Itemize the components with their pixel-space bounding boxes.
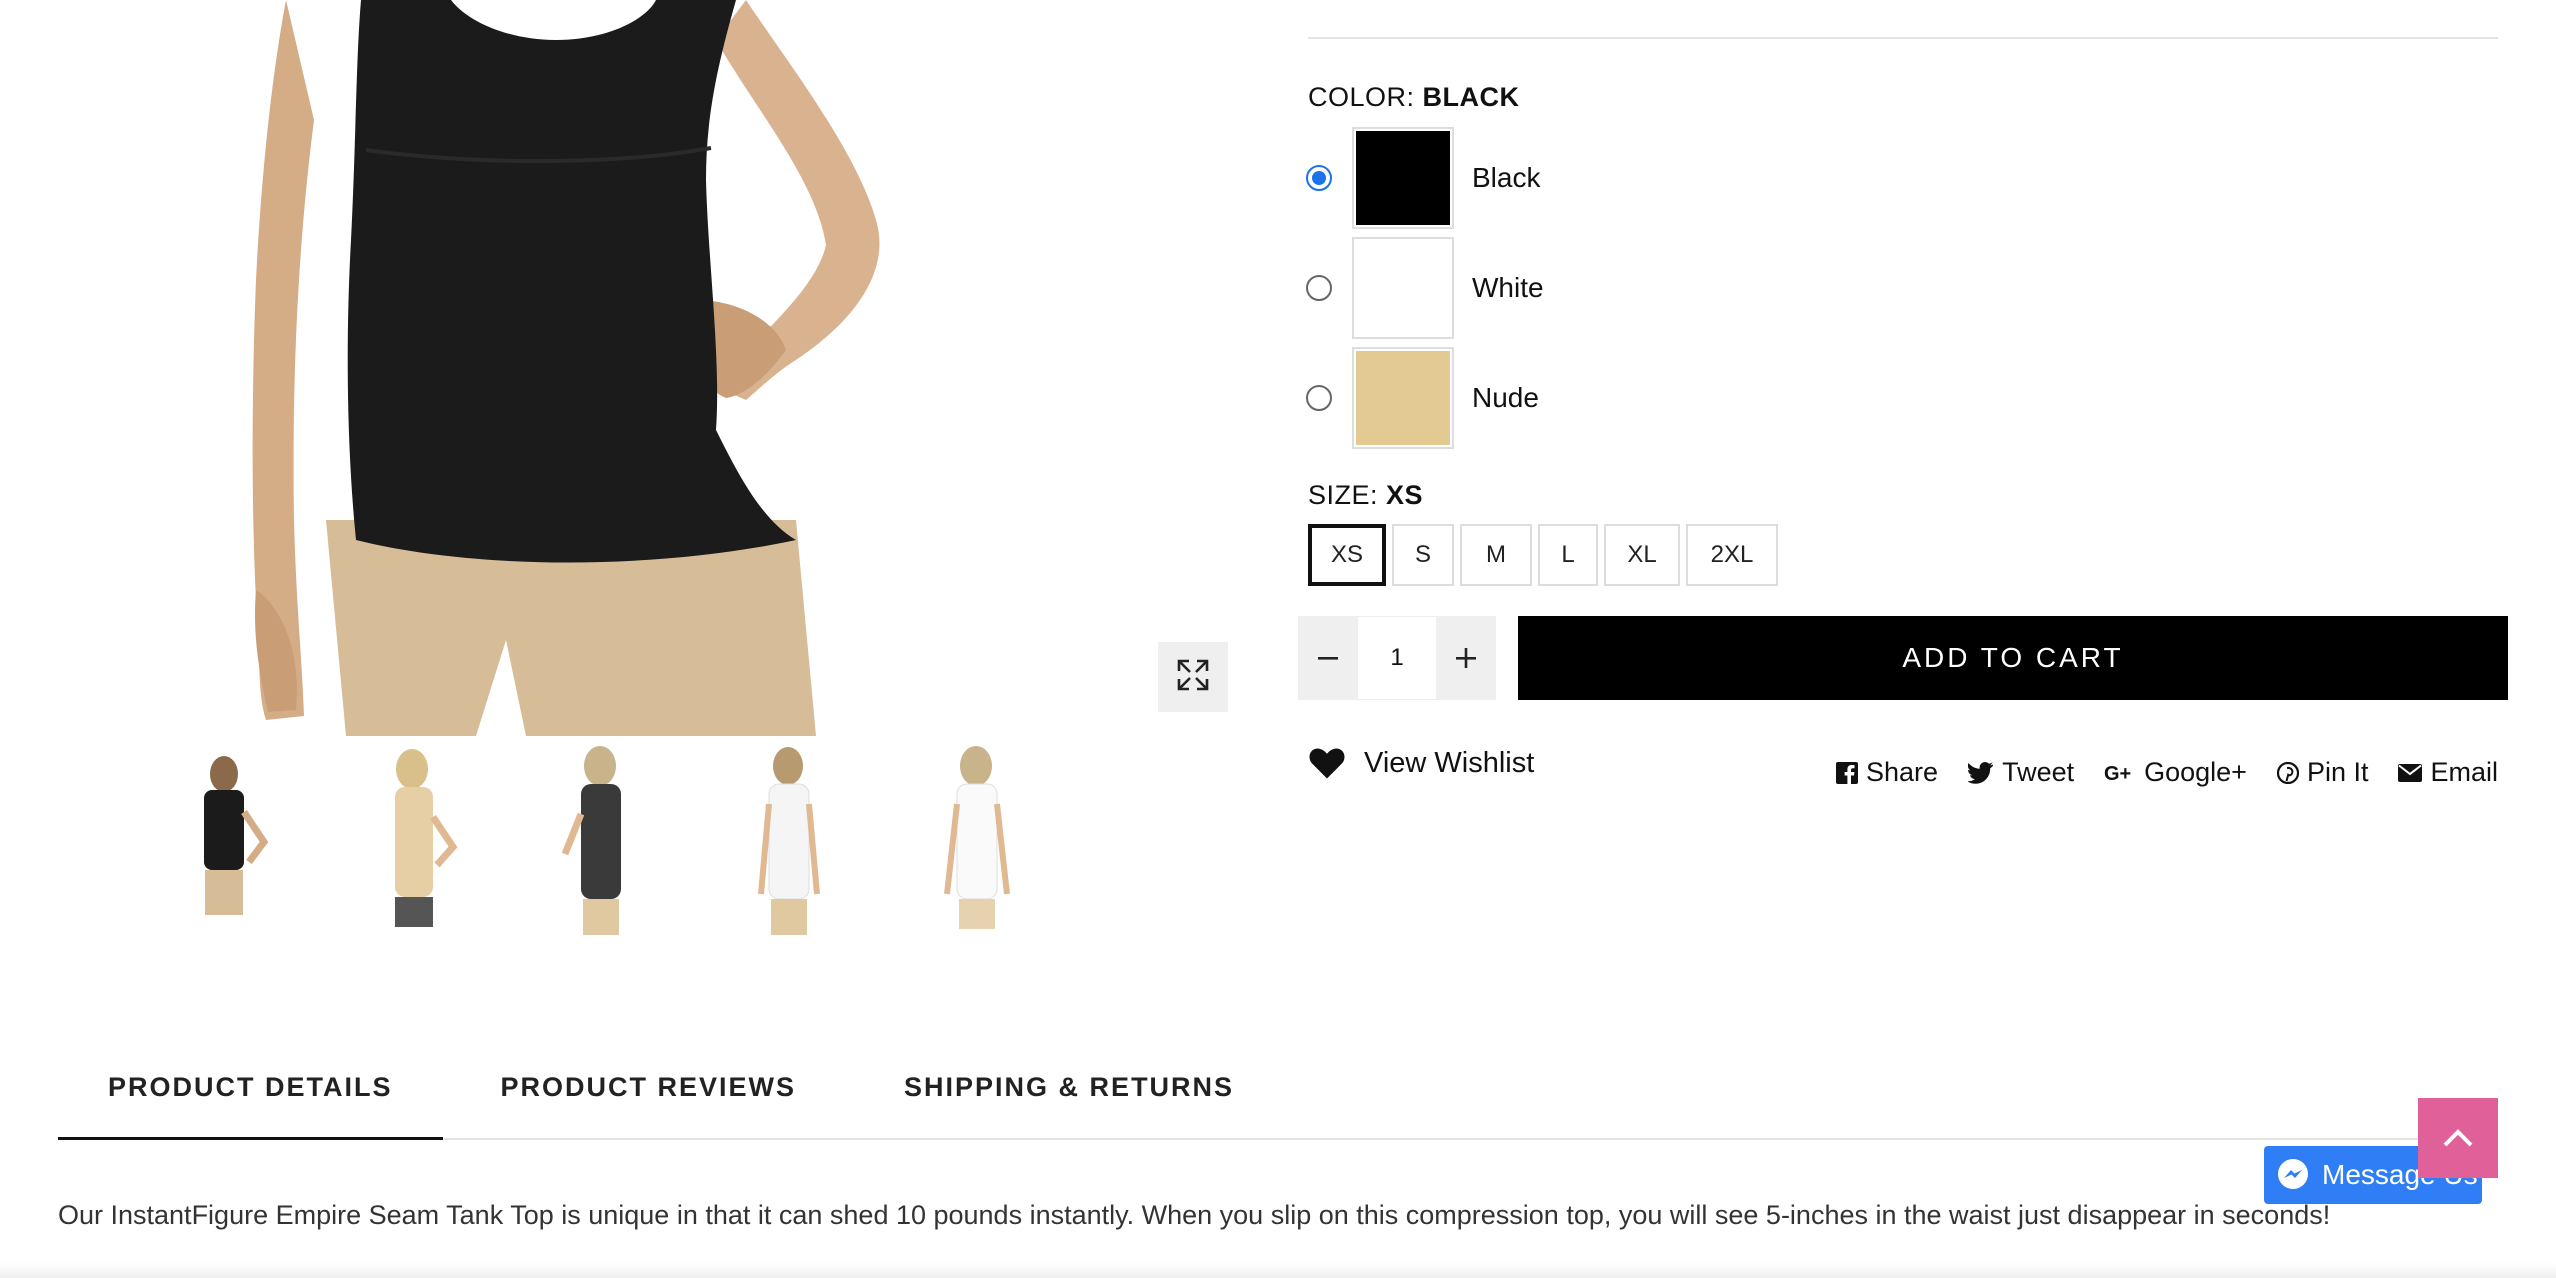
size-button-2xl[interactable]: 2XL — [1686, 524, 1778, 586]
chevron-up-icon — [2443, 1129, 2473, 1147]
color-option-white[interactable]: White — [1306, 237, 1544, 339]
facebook-icon — [1836, 761, 1858, 784]
color-radio-black[interactable] — [1306, 165, 1332, 191]
thumbnail-nude-side[interactable] — [318, 742, 506, 942]
color-option-black[interactable]: Black — [1306, 127, 1540, 229]
pinterest-icon — [2276, 761, 2299, 784]
fullscreen-zoom-button[interactable] — [1158, 642, 1228, 712]
twitter-icon — [1968, 761, 1994, 784]
share-email-label: Email — [2430, 757, 2498, 787]
product-description: Our InstantFigure Empire Seam Tank Top i… — [58, 1200, 2331, 1230]
quantity-stepper: 1 — [1298, 616, 1496, 700]
thumbnail-black-front[interactable] — [130, 742, 318, 942]
product-info-tabs: PRODUCT DETAILS PRODUCT REVIEWS SHIPPING… — [58, 1046, 2498, 1140]
add-to-cart-button[interactable]: ADD TO CART — [1518, 616, 2508, 700]
size-selector: XS S M L XL 2XL — [1308, 524, 1784, 586]
share-facebook-label: Share — [1866, 757, 1939, 787]
color-name-black: Black — [1472, 162, 1541, 193]
thumbnail-white-back[interactable] — [882, 742, 1070, 942]
product-main-image[interactable] — [56, 0, 1236, 736]
share-pinterest-label: Pin It — [2306, 757, 2369, 787]
size-option-title: SIZE: XS — [1308, 480, 1423, 511]
share-pinterest-link[interactable]: Pin It — [2276, 757, 2369, 788]
color-radio-nude[interactable] — [1306, 385, 1332, 411]
tab-product-details[interactable]: PRODUCT DETAILS — [58, 1046, 443, 1140]
color-option-title: COLOR: BLACK — [1308, 82, 1520, 113]
color-swatch-black[interactable] — [1352, 127, 1454, 229]
size-button-m[interactable]: M — [1460, 524, 1532, 586]
plus-icon — [1456, 648, 1476, 668]
svg-text:G+: G+ — [2104, 763, 2131, 784]
increase-quantity-button[interactable] — [1436, 616, 1496, 700]
google-plus-icon: G+ — [2104, 762, 2136, 784]
color-name-nude: Nude — [1472, 382, 1539, 413]
share-google-plus-link[interactable]: G+ Google+ — [2104, 757, 2247, 788]
size-option-label: SIZE: — [1308, 480, 1379, 510]
thumbnail-white-front[interactable] — [694, 742, 882, 942]
color-option-nude[interactable]: Nude — [1306, 347, 1539, 449]
size-button-s[interactable]: S — [1392, 524, 1454, 586]
tab-shipping-returns[interactable]: SHIPPING & RETURNS — [846, 1046, 1284, 1140]
color-swatch-white[interactable] — [1352, 237, 1454, 339]
color-radio-white[interactable] — [1306, 275, 1332, 301]
share-twitter-link[interactable]: Tweet — [1968, 757, 2074, 788]
color-name-white: White — [1472, 272, 1544, 303]
size-option-selected: XS — [1386, 480, 1424, 510]
share-email-link[interactable]: Email — [2398, 757, 2498, 788]
expand-icon — [1175, 657, 1211, 697]
messenger-icon — [2276, 1158, 2310, 1192]
minus-icon — [1318, 657, 1338, 660]
wishlist-label: View Wishlist — [1364, 746, 1535, 779]
color-option-label: COLOR: — [1308, 82, 1415, 112]
color-option-selected: BLACK — [1422, 82, 1520, 112]
share-links: Share Tweet G+ Google+ Pin It Email — [1806, 757, 2498, 788]
email-icon — [2398, 763, 2423, 782]
decrease-quantity-button[interactable] — [1298, 616, 1358, 700]
thumbnail-strip — [130, 742, 1070, 942]
thumbnail-black-back[interactable] — [506, 742, 694, 942]
size-button-xl[interactable]: XL — [1604, 524, 1680, 586]
tab-product-reviews[interactable]: PRODUCT REVIEWS — [443, 1046, 847, 1140]
quantity-input[interactable]: 1 — [1358, 616, 1436, 700]
share-google-plus-label: Google+ — [2144, 757, 2247, 787]
heart-icon — [1309, 748, 1345, 779]
section-divider — [1308, 37, 2498, 39]
share-facebook-link[interactable]: Share — [1836, 757, 1938, 788]
bottom-shadow — [0, 1262, 2556, 1278]
color-swatch-nude[interactable] — [1352, 347, 1454, 449]
back-to-top-button[interactable] — [2418, 1098, 2498, 1178]
view-wishlist-link[interactable]: View Wishlist — [1308, 746, 1534, 780]
share-twitter-label: Tweet — [2002, 757, 2075, 787]
size-button-l[interactable]: L — [1538, 524, 1598, 586]
size-button-xs[interactable]: XS — [1308, 524, 1386, 586]
